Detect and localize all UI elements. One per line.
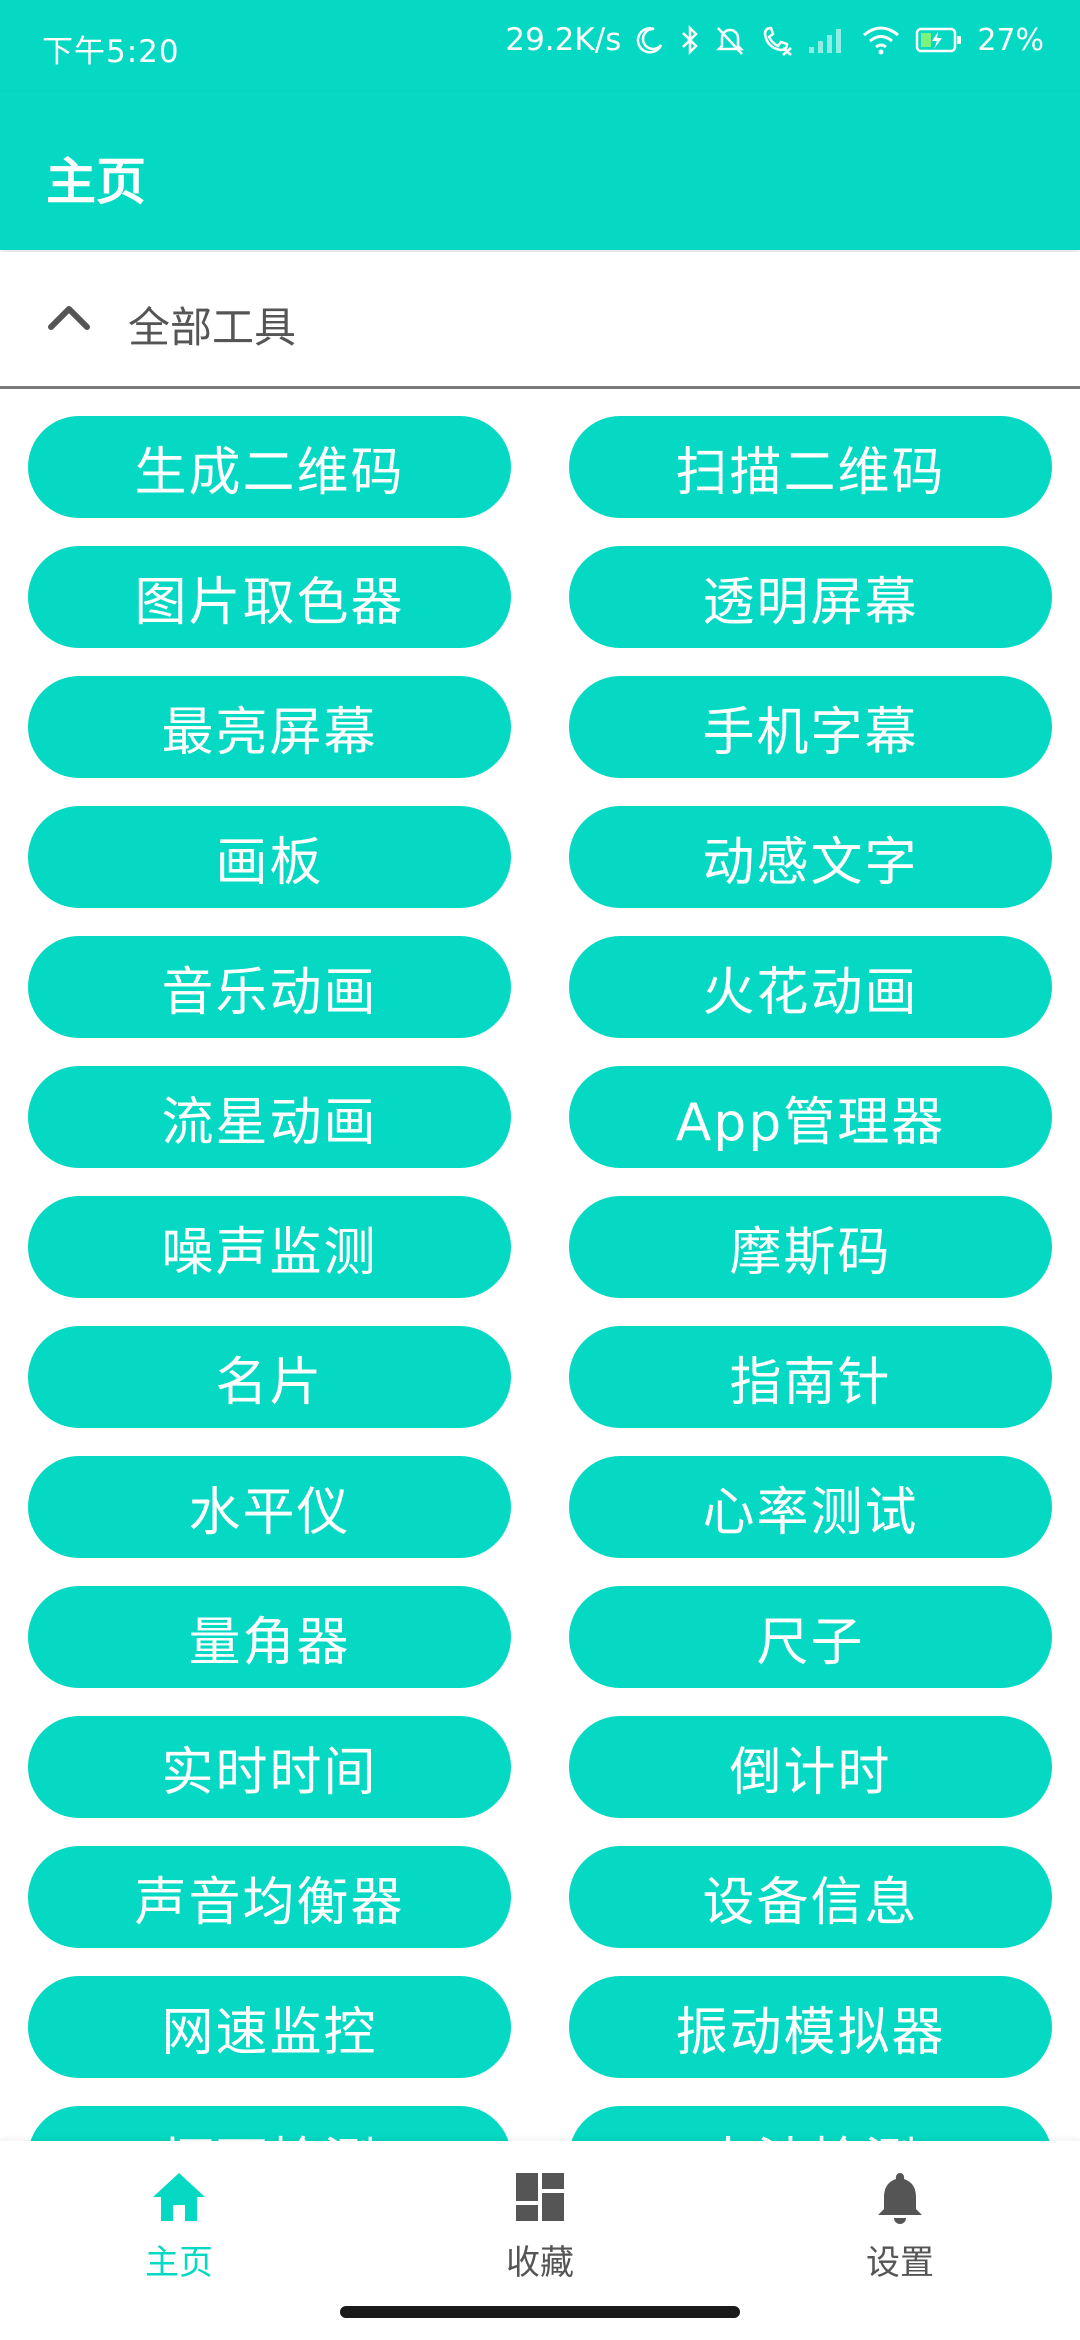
status-bar: 下午5:20 29.2K/s 27% xyxy=(0,0,1080,92)
tool-button[interactable]: 振动模拟器 xyxy=(569,1976,1052,2078)
dashboard-icon xyxy=(440,2169,640,2225)
tool-button[interactable]: App管理器 xyxy=(569,1066,1052,1168)
section-title: 全部工具 xyxy=(128,303,297,352)
tool-button[interactable]: 网速监控 xyxy=(28,1976,511,2078)
moon-icon xyxy=(635,25,665,55)
chevron-up-icon[interactable] xyxy=(46,300,92,336)
tool-button[interactable]: 电池检测 xyxy=(569,2106,1052,2141)
tool-button[interactable]: 透明屏幕 xyxy=(569,546,1052,648)
tool-button[interactable]: 心率测试 xyxy=(569,1456,1052,1558)
page-title: 主页 xyxy=(46,153,146,211)
battery-icon xyxy=(915,25,963,55)
net-speed: 29.2K/s xyxy=(505,22,622,58)
wifi-icon xyxy=(861,25,901,55)
status-icons: 29.2K/s 27% xyxy=(505,22,1044,58)
tool-button[interactable]: 生成二维码 xyxy=(28,416,511,518)
tool-button[interactable]: 声音均衡器 xyxy=(28,1846,511,1948)
tool-button[interactable]: 最亮屏幕 xyxy=(28,676,511,778)
tool-button[interactable]: 噪声监测 xyxy=(28,1196,511,1298)
all-tools-header[interactable]: 全部工具 xyxy=(0,252,1080,389)
nav-item-favorites[interactable]: 收藏 xyxy=(440,2169,640,2284)
tool-button[interactable]: 摩斯码 xyxy=(569,1196,1052,1298)
nav-label-settings: 设置 xyxy=(866,2243,934,2283)
home-icon xyxy=(79,2169,279,2225)
tool-button[interactable]: 画板 xyxy=(28,806,511,908)
tool-button[interactable]: 名片 xyxy=(28,1326,511,1428)
tool-button[interactable]: 图片取色器 xyxy=(28,546,511,648)
tool-button[interactable]: 动感文字 xyxy=(569,806,1052,908)
bluetooth-icon xyxy=(679,24,701,56)
tool-button[interactable]: 火花动画 xyxy=(569,936,1052,1038)
missed-call-icon xyxy=(759,24,793,56)
bell-icon xyxy=(800,2169,1000,2225)
tool-button[interactable]: 流星动画 xyxy=(28,1066,511,1168)
battery-percentage: 27% xyxy=(977,22,1044,58)
tool-button[interactable]: 指南针 xyxy=(569,1326,1052,1428)
bell-muted-icon xyxy=(715,24,745,56)
nav-item-home[interactable]: 主页 xyxy=(79,2169,279,2284)
tool-button[interactable]: 尺子 xyxy=(569,1586,1052,1688)
tool-button[interactable]: 倒计时 xyxy=(569,1716,1052,1818)
app-bar: 主页 xyxy=(0,92,1080,250)
tools-list[interactable]: 生成二维码 扫描二维码 图片取色器 透明屏幕 最亮屏幕 手机字幕 画板 动感文字 音乐动画 火花动… xyxy=(0,389,1080,2141)
tool-button[interactable]: 水平仪 xyxy=(28,1456,511,1558)
tool-button[interactable]: 坏死检测 xyxy=(28,2106,511,2141)
home-indicator xyxy=(340,2306,740,2318)
tool-button[interactable]: 实时时间 xyxy=(28,1716,511,1818)
nav-item-settings[interactable]: 设置 xyxy=(800,2169,1000,2284)
nav-label-favorites: 收藏 xyxy=(506,2243,574,2283)
tool-button[interactable]: 设备信息 xyxy=(569,1846,1052,1948)
tool-button[interactable]: 音乐动画 xyxy=(28,936,511,1038)
status-time: 下午5:20 xyxy=(42,34,180,70)
tools-grid: 生成二维码 扫描二维码 图片取色器 透明屏幕 最亮屏幕 手机字幕 画板 动感文字 音乐动画 火花动… xyxy=(28,416,1052,2141)
signal-icon xyxy=(807,25,847,55)
nav-label-home: 主页 xyxy=(145,2243,213,2283)
tool-button[interactable]: 扫描二维码 xyxy=(569,416,1052,518)
tool-button[interactable]: 量角器 xyxy=(28,1586,511,1688)
tool-button[interactable]: 手机字幕 xyxy=(569,676,1052,778)
